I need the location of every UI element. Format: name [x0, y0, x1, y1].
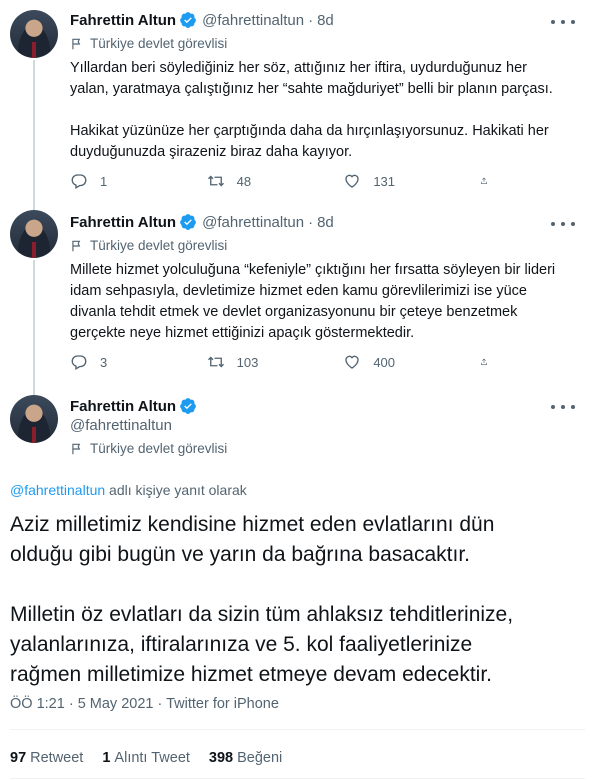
retweet-count: 48 — [236, 173, 252, 189]
share-button[interactable] — [480, 353, 500, 371]
tweet-meta[interactable]: ÖÖ 1:21 · 5 May 2021 · Twitter for iPhon… — [10, 696, 279, 712]
flag-icon — [70, 442, 84, 456]
thread-connector-line — [33, 60, 35, 210]
like-button[interactable]: 400 — [343, 353, 443, 371]
account-label[interactable]: Türkiye devlet görevlisi — [70, 238, 227, 253]
retweet-icon — [207, 353, 225, 371]
account-label[interactable]: Türkiye devlet görevlisi — [70, 441, 227, 456]
retweet-button[interactable]: 48 — [207, 172, 307, 190]
author-handle[interactable]: @fahrettinaltun — [202, 214, 304, 231]
account-label-text: Türkiye devlet görevlisi — [90, 441, 228, 456]
thread-tweet-2[interactable]: Fahrettin Altun @fahrettinaltun · 8d Tür… — [0, 200, 595, 395]
reply-icon — [70, 172, 88, 190]
author-handle[interactable]: @fahrettinaltun — [70, 417, 172, 434]
more-options-icon[interactable] — [551, 13, 575, 31]
divider — [10, 729, 585, 730]
account-label-text: Türkiye devlet görevlisi — [90, 238, 228, 253]
verified-badge-icon — [179, 11, 197, 29]
tweet-stats: 97 Retweet 1 Alıntı Tweet 398 Beğeni — [10, 750, 301, 766]
reply-count: 1 — [100, 173, 108, 189]
thread-tweet-1[interactable]: Fahrettin Altun @fahrettinaltun · 8d Tür… — [0, 0, 595, 210]
tweet-text: Yıllardan beri söylediğiniz her söz, att… — [70, 60, 553, 160]
quote-stat-label: Alıntı Tweet — [114, 750, 190, 766]
tweet-actions: 3 103 400 — [70, 353, 500, 371]
retweet-count: 103 — [236, 354, 259, 370]
divider — [10, 778, 585, 779]
share-button[interactable] — [480, 172, 500, 190]
like-stat-label: Beğeni — [237, 750, 283, 766]
like-button[interactable]: 131 — [343, 172, 443, 190]
more-options-icon[interactable] — [551, 215, 575, 233]
account-label-text: Türkiye devlet görevlisi — [90, 36, 228, 51]
heart-icon — [343, 172, 361, 190]
author-handle[interactable]: @fahrettinaltun — [202, 12, 304, 29]
tweet-header: Fahrettin Altun @fahrettinaltun · 8d — [70, 11, 334, 29]
tweet-time[interactable]: 8d — [317, 214, 334, 231]
more-options-icon[interactable] — [551, 398, 575, 416]
verified-badge-icon — [179, 213, 197, 231]
tweet-handle-row: @fahrettinaltun — [70, 417, 172, 434]
tweet-header: Fahrettin Altun @fahrettinaltun · 8d — [70, 213, 334, 231]
heart-icon — [343, 353, 361, 371]
author-name[interactable]: Fahrettin Altun — [70, 214, 176, 231]
reply-icon — [70, 353, 88, 371]
flag-icon — [70, 239, 84, 253]
like-stat[interactable]: 398 Beğeni — [209, 750, 282, 766]
retweet-button[interactable]: 103 — [207, 353, 307, 371]
avatar[interactable] — [10, 210, 58, 258]
author-name[interactable]: Fahrettin Altun — [70, 12, 176, 29]
like-stat-count: 398 — [208, 750, 234, 766]
main-tweet-text: Aziz milletimiz kendisine hizmet eden ev… — [10, 513, 514, 686]
quote-stat[interactable]: 1 Alıntı Tweet — [102, 750, 190, 766]
flag-icon — [70, 37, 84, 51]
account-label[interactable]: Türkiye devlet görevlisi — [70, 36, 227, 51]
quote-stat-count: 1 — [102, 750, 111, 766]
reply-button[interactable]: 1 — [70, 172, 170, 190]
retweet-stat-label: Retweet — [30, 750, 84, 766]
separator-dot: · — [308, 11, 314, 29]
tweet-actions: 1 48 131 — [70, 172, 500, 190]
separator-dot: · — [308, 213, 314, 231]
replying-to: @fahrettinaltun adlı kişiye yanıt olarak — [10, 482, 247, 498]
tweet-text: Millete hizmet yolculuğuna “kefeniyle” ç… — [70, 262, 556, 341]
reply-suffix: adlı kişiye yanıt olarak — [105, 482, 247, 498]
retweet-stat[interactable]: 97 Retweet — [10, 750, 83, 766]
reply-mention-link[interactable]: @fahrettinaltun — [10, 482, 105, 498]
author-name[interactable]: Fahrettin Altun — [70, 398, 176, 415]
retweet-stat-count: 97 — [10, 750, 27, 766]
reply-button[interactable]: 3 — [70, 353, 170, 371]
like-count: 400 — [373, 354, 396, 370]
tweet-header: Fahrettin Altun — [70, 397, 197, 415]
verified-badge-icon — [179, 397, 197, 415]
share-icon — [480, 172, 488, 190]
avatar[interactable] — [10, 395, 58, 443]
retweet-icon — [207, 172, 225, 190]
like-count: 131 — [373, 173, 396, 189]
reply-count: 3 — [100, 354, 108, 370]
thread-connector-line — [33, 260, 35, 395]
avatar[interactable] — [10, 10, 58, 58]
share-icon — [480, 353, 488, 371]
tweet-time[interactable]: 8d — [317, 12, 334, 29]
